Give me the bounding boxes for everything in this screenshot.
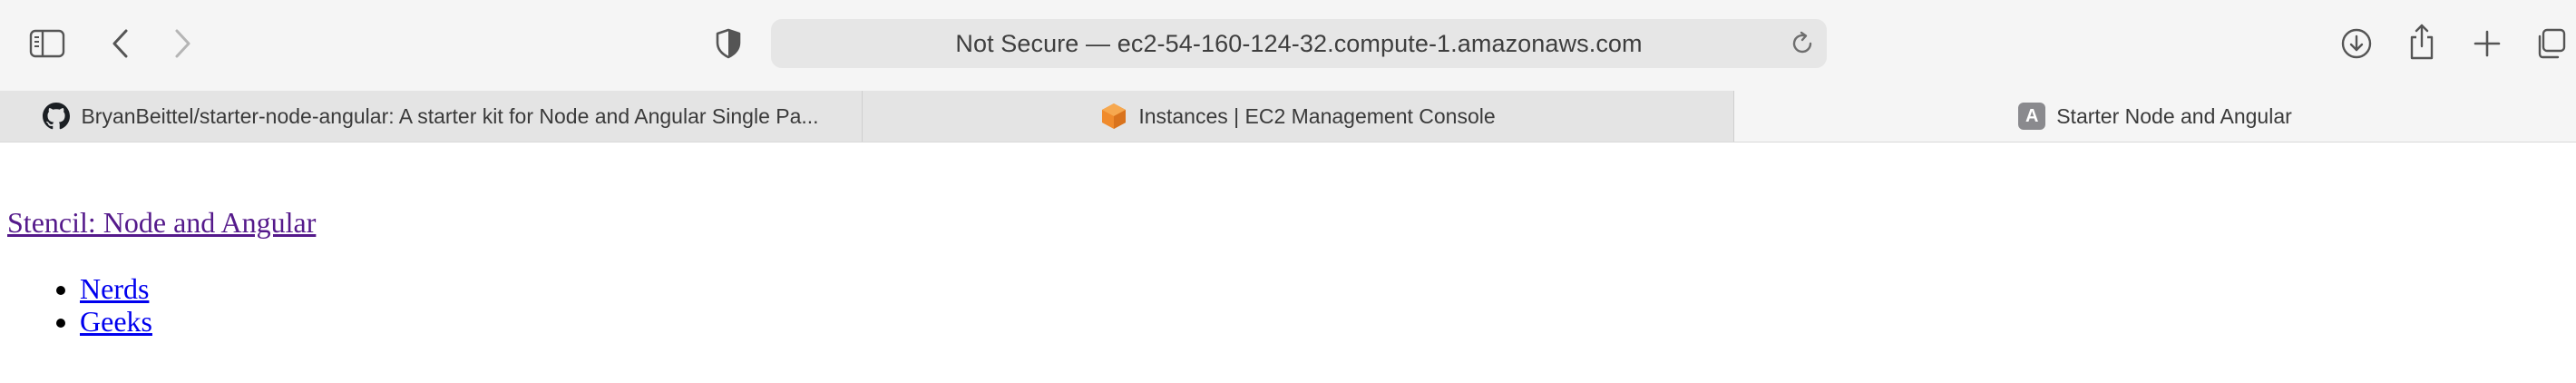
tab-label: Starter Node and Angular	[2056, 103, 2292, 128]
new-tab-button[interactable]	[2471, 25, 2503, 62]
nav-link-nerds[interactable]: Nerds	[80, 272, 149, 305]
address-bar[interactable]: Not Secure — ec2-54-160-124-32.compute-1…	[771, 19, 1827, 68]
download-icon	[2341, 28, 2372, 59]
tab-label: Instances | EC2 Management Console	[1138, 103, 1496, 128]
share-button[interactable]	[2405, 22, 2438, 62]
brand-link[interactable]: Stencil: Node and Angular	[7, 208, 316, 237]
tab-starter-node-angular[interactable]: A Starter Node and Angular	[1734, 91, 2576, 142]
tab-bar: BryanBeittel/starter-node-angular: A sta…	[0, 91, 2576, 142]
privacy-report-button[interactable]	[713, 27, 744, 60]
github-icon	[43, 103, 71, 130]
share-icon	[2410, 24, 2434, 60]
chevron-right-icon	[175, 29, 190, 58]
sidebar-icon	[29, 29, 65, 58]
tab-label: BryanBeittel/starter-node-angular: A sta…	[81, 103, 819, 128]
tab-overview-button[interactable]	[2532, 25, 2569, 62]
browser-toolbar: Not Secure — ec2-54-160-124-32.compute-1…	[0, 0, 2576, 91]
reload-icon	[1792, 31, 1812, 54]
plus-icon	[2474, 30, 2501, 57]
privacy-shield-icon	[716, 28, 741, 59]
downloads-button[interactable]	[2338, 25, 2375, 62]
list-item: Geeks	[80, 305, 152, 338]
tab-ec2-console[interactable]: Instances | EC2 Management Console	[863, 91, 1734, 142]
page-content: Stencil: Node and Angular Nerds Geeks	[0, 143, 2576, 383]
nav-list: Nerds Geeks	[0, 272, 152, 338]
reload-button[interactable]	[1789, 30, 1816, 57]
browser-window: Not Secure — ec2-54-160-124-32.compute-1…	[0, 0, 2576, 383]
address-text: Not Secure — ec2-54-160-124-32.compute-1…	[955, 29, 1643, 57]
sidebar-toggle-button[interactable]	[29, 27, 65, 60]
angular-letter-icon: A	[2018, 103, 2046, 130]
tab-overview-icon	[2538, 28, 2566, 59]
forward-button[interactable]	[169, 25, 198, 62]
list-item: Nerds	[80, 272, 152, 305]
back-button[interactable]	[105, 25, 134, 62]
nav-link-geeks[interactable]: Geeks	[80, 305, 152, 338]
chevron-left-icon	[112, 29, 128, 58]
tab-github[interactable]: BryanBeittel/starter-node-angular: A sta…	[0, 91, 863, 142]
aws-ec2-icon	[1102, 103, 1127, 129]
